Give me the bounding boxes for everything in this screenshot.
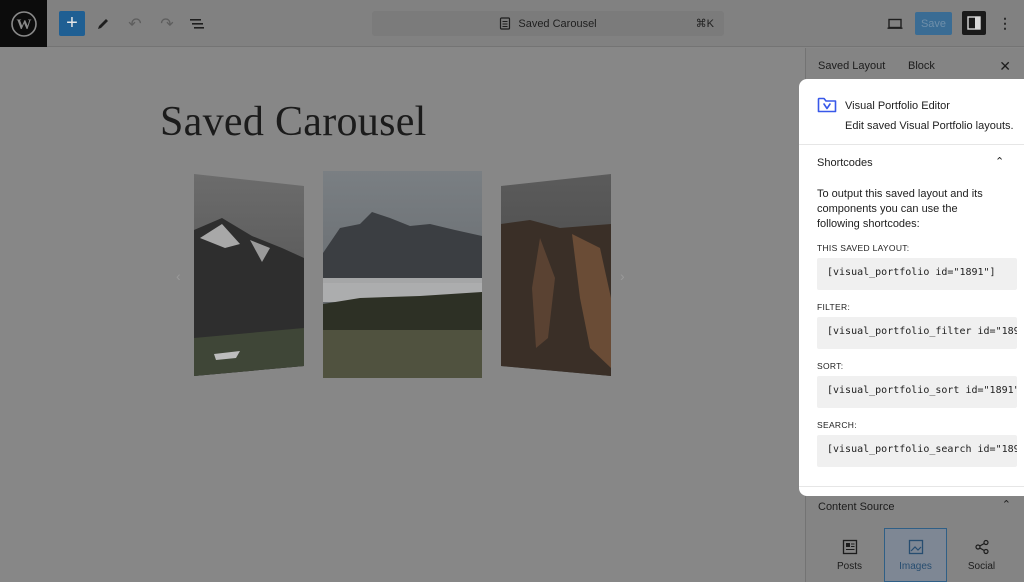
sidebar-icon bbox=[967, 16, 981, 30]
plugin-title: Visual Portfolio Editor bbox=[845, 100, 950, 112]
folder-icon bbox=[817, 97, 837, 113]
wordpress-logo-button[interactable]: W bbox=[0, 0, 47, 47]
plugin-info: Visual Portfolio Editor Edit saved Visua… bbox=[799, 79, 1024, 145]
chevron-up-icon[interactable]: ⌃ bbox=[995, 155, 1004, 168]
shortcode-label: THIS SAVED LAYOUT: bbox=[817, 243, 910, 253]
redo-button[interactable]: ↷ bbox=[156, 11, 178, 36]
editor-canvas[interactable]: Saved Carousel ‹ › bbox=[0, 48, 805, 582]
carousel-slide-center[interactable] bbox=[323, 171, 482, 378]
shortcode-label: FILTER: bbox=[817, 302, 851, 312]
share-icon bbox=[974, 539, 989, 554]
desktop-icon bbox=[887, 18, 903, 29]
plugin-description: Edit saved Visual Portfolio layouts. bbox=[845, 120, 1014, 132]
images-icon bbox=[908, 539, 923, 554]
redo-icon: ↷ bbox=[160, 15, 174, 33]
settings-toggle-button[interactable] bbox=[962, 11, 986, 35]
shortcode-field-sort[interactable]: [visual_portfolio_sort id="1891"] bbox=[817, 376, 1017, 408]
carousel-slide-left[interactable] bbox=[194, 174, 304, 376]
tools-button[interactable] bbox=[92, 11, 114, 36]
document-overview-button[interactable] bbox=[186, 11, 208, 36]
source-images-button[interactable]: Images bbox=[884, 528, 947, 582]
shortcodes-help-text: To output this saved layout and its comp… bbox=[817, 188, 983, 230]
tab-block[interactable]: Block bbox=[908, 60, 935, 72]
shortcode-field-filter[interactable]: [visual_portfolio_filter id="1891"] bbox=[817, 317, 1017, 349]
source-posts-label: Posts bbox=[836, 560, 862, 572]
carousel-slide-right[interactable] bbox=[501, 174, 611, 376]
source-images-label: Images bbox=[899, 560, 932, 572]
list-view-icon bbox=[190, 18, 204, 29]
source-social-label: Social bbox=[967, 560, 996, 572]
posts-icon bbox=[842, 539, 857, 554]
shortcut-hint: ⌘K bbox=[695, 18, 714, 30]
visual-portfolio-panel: Visual Portfolio Editor Edit saved Visua… bbox=[799, 79, 1024, 496]
document-icon bbox=[500, 17, 511, 30]
document-title: Saved Carousel bbox=[518, 17, 597, 30]
editor-header: W + ↶ ↷ Saved Carousel ⌘K Save ⋮ bbox=[0, 0, 1024, 47]
carousel bbox=[194, 171, 611, 378]
undo-button[interactable]: ↶ bbox=[124, 11, 146, 36]
plus-icon: + bbox=[66, 12, 78, 34]
shortcode-field-search[interactable]: [visual_portfolio_search id="1891"] bbox=[817, 435, 1017, 467]
add-block-button[interactable]: + bbox=[59, 11, 85, 36]
chevron-up-icon[interactable]: ⌃ bbox=[1002, 498, 1011, 511]
wordpress-icon: W bbox=[10, 10, 37, 37]
source-social-button[interactable]: Social bbox=[950, 528, 1013, 582]
svg-text:W: W bbox=[16, 17, 31, 33]
shortcode-field-layout[interactable]: [visual_portfolio id="1891"] bbox=[817, 258, 1017, 290]
source-posts-button[interactable]: Posts bbox=[818, 528, 881, 582]
divider bbox=[799, 486, 1024, 487]
more-vertical-icon: ⋮ bbox=[998, 15, 1012, 31]
close-icon[interactable]: ✕ bbox=[999, 58, 1011, 75]
shortcode-label: SORT: bbox=[817, 361, 844, 371]
command-palette-button[interactable]: Saved Carousel ⌘K bbox=[372, 11, 724, 36]
preview-button[interactable] bbox=[884, 11, 906, 36]
options-button[interactable]: ⋮ bbox=[995, 11, 1015, 36]
pencil-icon bbox=[98, 18, 108, 29]
tab-saved-layout[interactable]: Saved Layout bbox=[818, 60, 885, 72]
content-source-title[interactable]: Content Source bbox=[818, 501, 894, 513]
save-button[interactable]: Save bbox=[915, 12, 952, 35]
undo-icon: ↶ bbox=[128, 15, 142, 33]
shortcodes-title[interactable]: Shortcodes bbox=[817, 157, 873, 169]
shortcode-label: SEARCH: bbox=[817, 420, 857, 430]
